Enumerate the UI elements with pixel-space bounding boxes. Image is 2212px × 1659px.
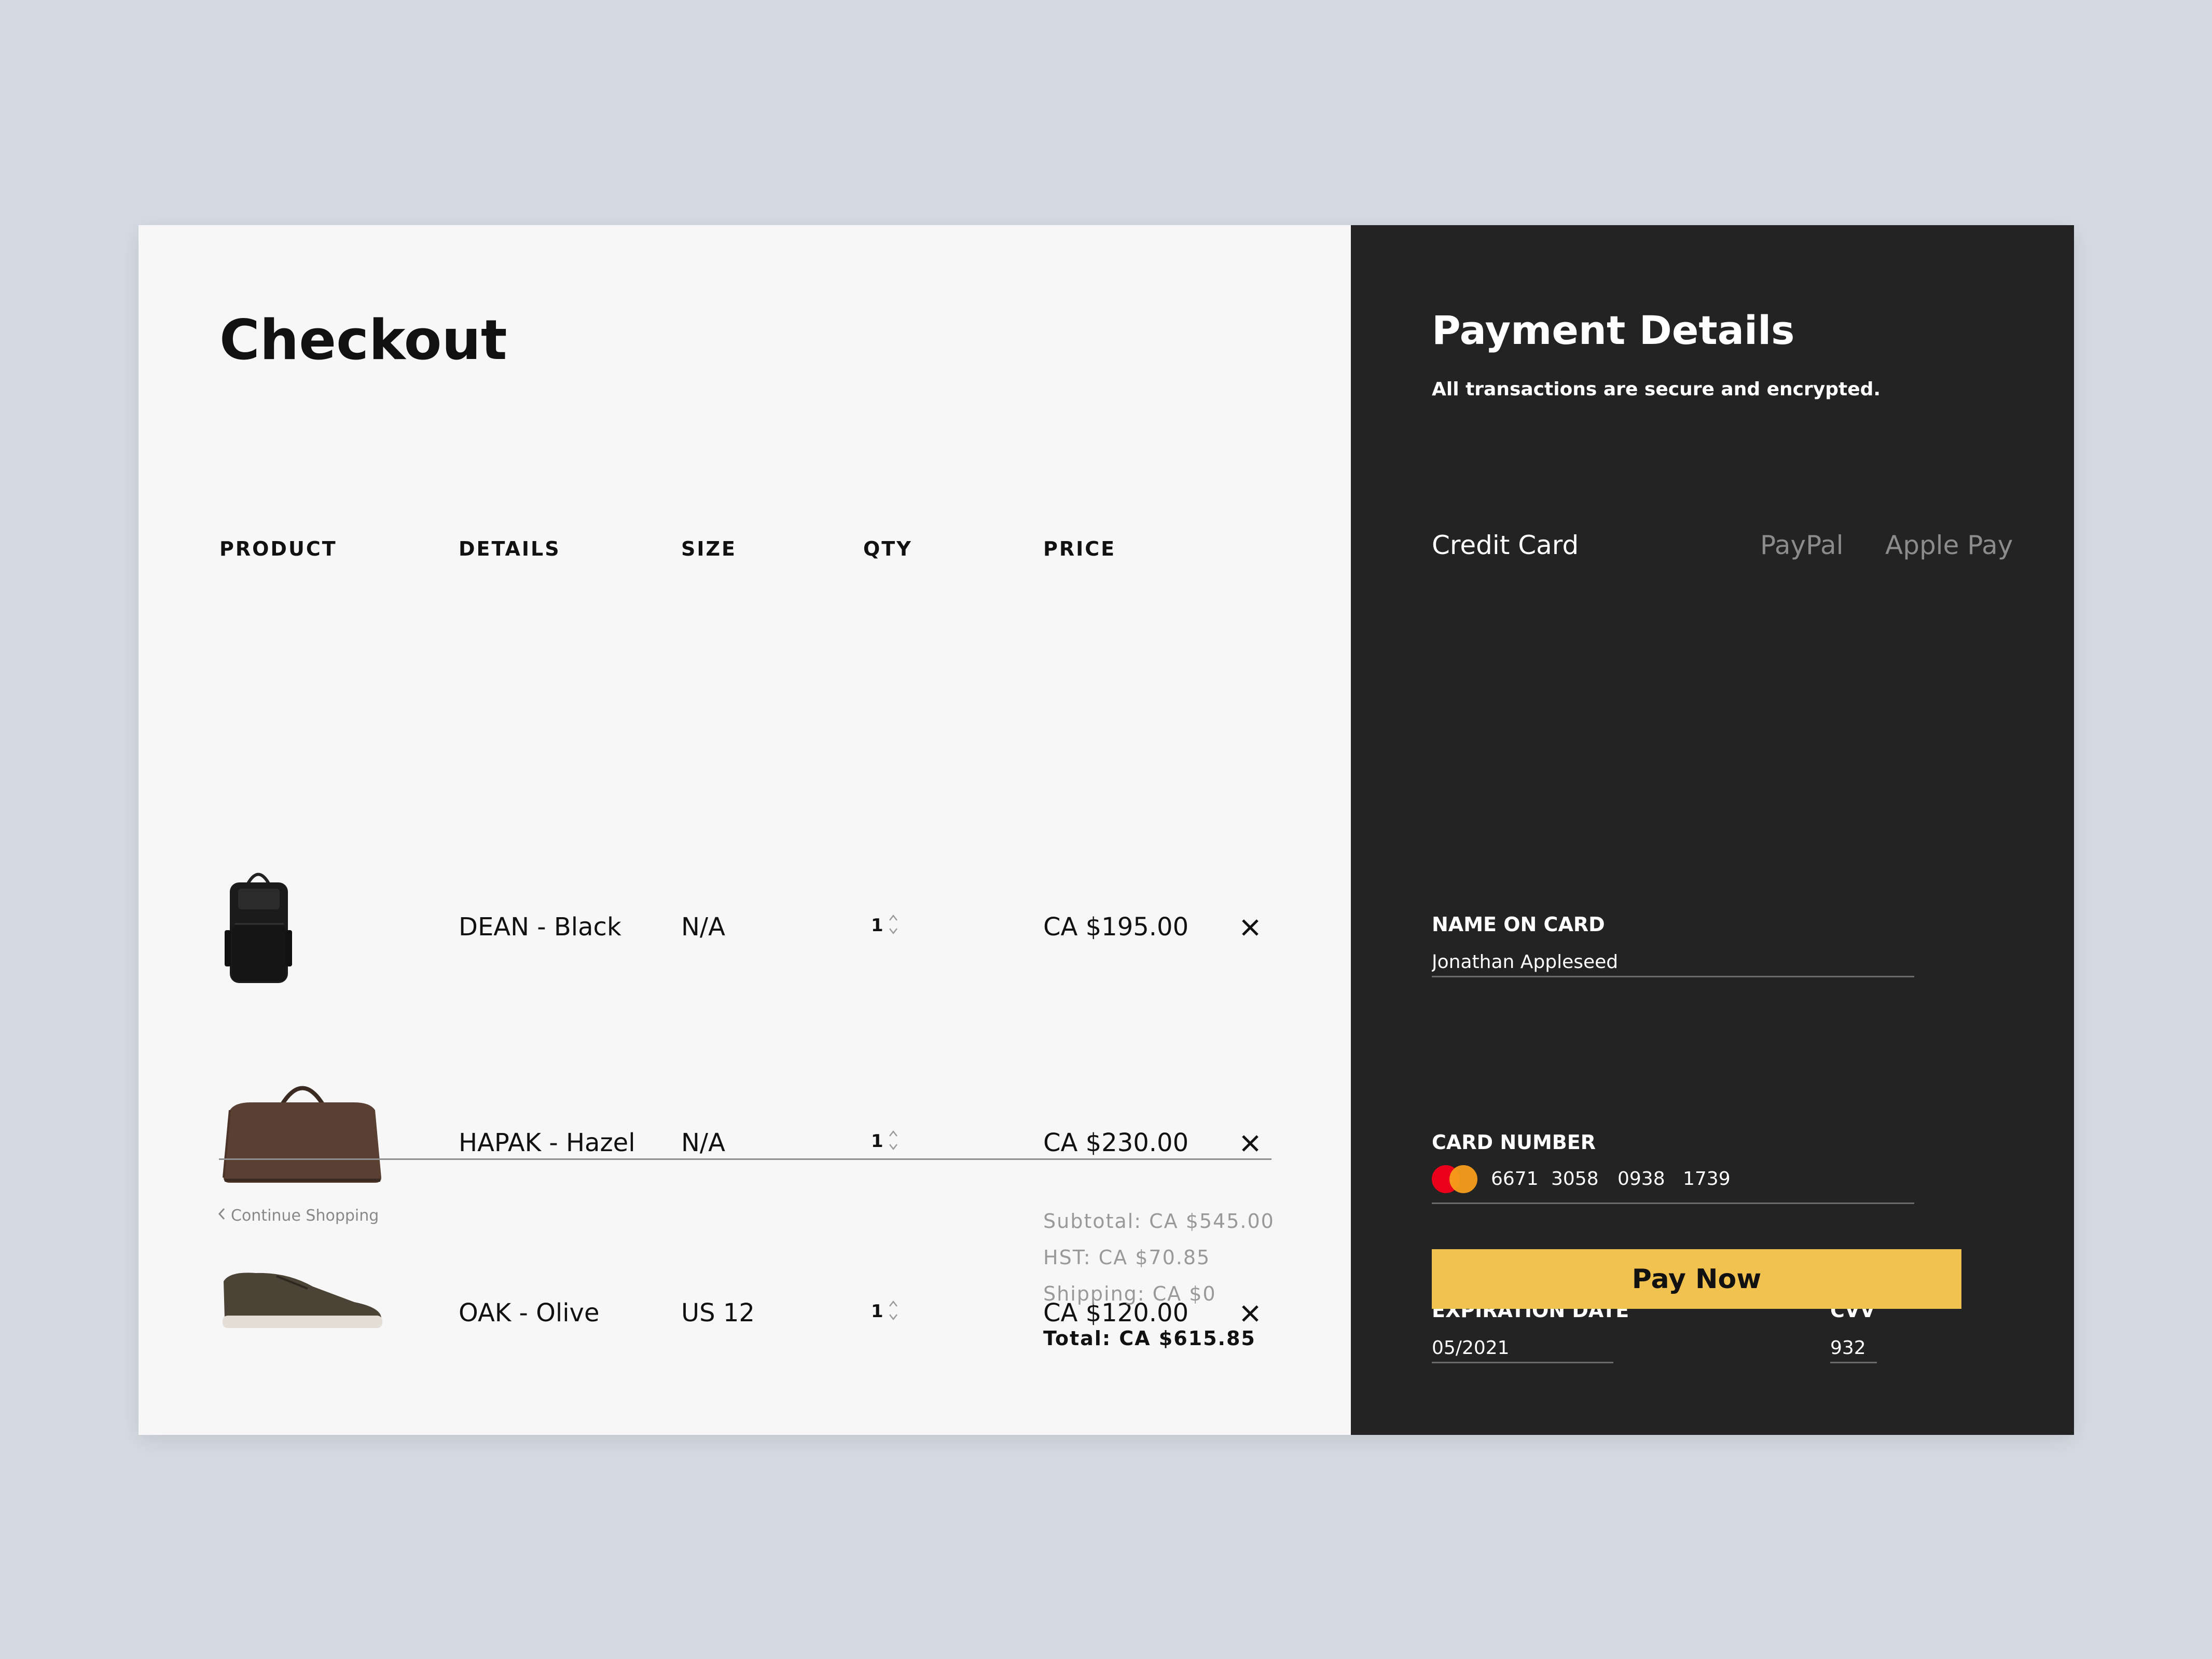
mastercard-icon xyxy=(1432,1165,1477,1193)
item-size: US 12 xyxy=(681,1298,755,1328)
item-details: HAPAK - Hazel xyxy=(459,1128,635,1157)
column-header-product: PRODUCT xyxy=(219,537,337,560)
quantity-stepper[interactable] xyxy=(888,913,898,936)
backpack-image xyxy=(225,873,292,983)
quantity-stepper[interactable] xyxy=(888,1129,898,1152)
hst: HST: CA $70.85 xyxy=(1043,1246,1211,1269)
cart-panel: Checkout PRODUCT DETAILS SIZE QTY PRICE … xyxy=(139,225,1351,1435)
card-number-group: 3058 xyxy=(1551,1168,1599,1190)
sneaker-image xyxy=(223,1273,382,1328)
continue-shopping-link[interactable]: Continue Shopping xyxy=(217,1207,379,1225)
name-on-card-field[interactable] xyxy=(1432,951,1914,977)
subtotal: Subtotal: CA $545.00 xyxy=(1043,1210,1275,1233)
shipping: Shipping: CA $0 xyxy=(1043,1282,1216,1305)
remove-item-icon[interactable] xyxy=(1240,1303,1261,1324)
tab-apple-pay[interactable]: Apple Pay xyxy=(1885,530,2013,560)
checkout-card: Checkout PRODUCT DETAILS SIZE QTY PRICE … xyxy=(139,225,2074,1435)
card-number-group: 0938 xyxy=(1617,1168,1665,1190)
remove-item-icon[interactable] xyxy=(1240,1133,1261,1154)
payment-title: Payment Details xyxy=(1432,307,1795,353)
continue-shopping-label: Continue Shopping xyxy=(231,1207,379,1225)
card-number-group: 6671 xyxy=(1491,1168,1539,1190)
pay-now-button[interactable]: Pay Now xyxy=(1432,1249,1961,1309)
card-number-field[interactable]: 6671 3058 0938 1739 xyxy=(1432,1164,1914,1204)
item-details: OAK - Olive xyxy=(459,1298,600,1328)
tab-paypal[interactable]: PayPal xyxy=(1760,530,1844,560)
item-qty: 1 xyxy=(871,915,883,936)
chevron-left-icon xyxy=(218,1208,225,1220)
card-number-label: CARD NUMBER xyxy=(1432,1131,1596,1154)
cvv-field[interactable] xyxy=(1830,1337,1877,1363)
payment-panel: Payment Details All transactions are sec… xyxy=(1351,225,2074,1435)
column-header-qty: QTY xyxy=(863,537,913,560)
column-header-price: PRICE xyxy=(1043,537,1116,560)
item-price: CA $195.00 xyxy=(1043,913,1189,942)
order-total: Total: CA $615.85 xyxy=(1043,1327,1256,1350)
duffel-bag-image xyxy=(223,1086,381,1183)
tab-credit-card[interactable]: Credit Card xyxy=(1432,530,1579,560)
column-header-details: DETAILS xyxy=(459,537,561,560)
card-number-group: 1739 xyxy=(1683,1168,1731,1190)
item-price: CA $230.00 xyxy=(1043,1128,1189,1157)
quantity-stepper[interactable] xyxy=(888,1299,898,1322)
remove-item-icon[interactable] xyxy=(1240,917,1261,938)
item-size: N/A xyxy=(681,1128,725,1157)
payment-subtitle: All transactions are secure and encrypte… xyxy=(1432,379,1881,400)
item-details: DEAN - Black xyxy=(459,913,621,942)
expiration-date-field[interactable] xyxy=(1432,1337,1613,1363)
item-size: N/A xyxy=(681,913,725,942)
name-on-card-label: NAME ON CARD xyxy=(1432,913,1605,936)
cart-divider xyxy=(219,1158,1271,1160)
column-header-size: SIZE xyxy=(681,537,737,560)
item-qty: 1 xyxy=(871,1131,883,1152)
page-title: Checkout xyxy=(219,308,507,372)
item-qty: 1 xyxy=(871,1301,883,1322)
